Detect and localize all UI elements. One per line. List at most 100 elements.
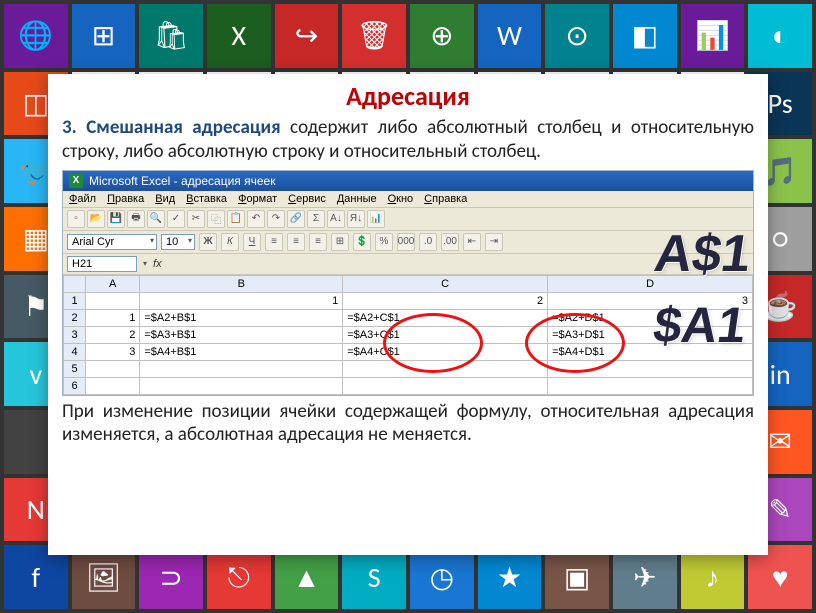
excel-toolbar-format[interactable]: Arial Cyr 10 Ж К Ч ≡ ≡ ≡ ⊞ 💲 % 000 .0 .0…	[63, 231, 753, 254]
bg-tile: ⊕	[410, 4, 474, 68]
excel-grid[interactable]: ABCD112321=$A2+B$1=$A2+C$1=$A2+D$132=$A3…	[63, 275, 753, 395]
paste-icon[interactable]: 📋	[227, 210, 245, 228]
cell[interactable]	[343, 377, 548, 394]
cell[interactable]: =$A4+C$1	[343, 343, 548, 360]
cell[interactable]: =$A2+C$1	[343, 309, 548, 326]
row-header[interactable]: 2	[64, 309, 86, 326]
cell[interactable]	[548, 360, 753, 377]
menu-item[interactable]: Вид	[155, 193, 175, 205]
namebox-dropdown-icon[interactable]: ▾	[143, 259, 147, 268]
excel-menubar[interactable]: Файл Правка Вид Вставка Формат Сервис Данные Ок…	[63, 191, 753, 208]
undo-icon[interactable]: ↶	[247, 210, 265, 228]
cell[interactable]	[86, 360, 140, 377]
bg-tile: W	[478, 4, 542, 68]
comma-icon[interactable]: 000	[397, 233, 415, 251]
menu-item[interactable]: Данные	[337, 193, 377, 205]
size-combo[interactable]: 10	[161, 234, 195, 250]
cell[interactable]	[140, 377, 343, 394]
menu-item[interactable]: Справка	[424, 193, 467, 205]
bold-button[interactable]: Ж	[199, 233, 217, 251]
row-header[interactable]: 1	[64, 292, 86, 309]
chart-icon[interactable]: 📊	[367, 210, 385, 228]
bg-tile: ◐	[748, 4, 812, 68]
ref-example-1: A$1	[650, 224, 754, 284]
link-icon[interactable]: 🔗	[287, 210, 305, 228]
bg-tile: 📊	[681, 4, 745, 68]
cell[interactable]: =$A3+B$1	[140, 326, 343, 343]
cell[interactable]	[140, 360, 343, 377]
cell[interactable]	[548, 377, 753, 394]
open-icon[interactable]: 📂	[87, 210, 105, 228]
underline-button[interactable]: Ч	[243, 233, 261, 251]
align-center-icon[interactable]: ≡	[287, 233, 305, 251]
bg-tile: ⊙	[545, 4, 609, 68]
menu-item[interactable]: Правка	[107, 193, 144, 205]
col-header[interactable]: A	[86, 275, 140, 292]
ref-example-2: $A1	[650, 296, 750, 354]
outro-paragraph: При изменение позиции ячейки содержащей …	[62, 400, 754, 448]
menu-item[interactable]: Файл	[69, 193, 96, 205]
dec-inc-icon[interactable]: .0	[419, 233, 437, 251]
col-header[interactable]: B	[140, 275, 343, 292]
print-icon[interactable]: 🖶	[127, 210, 145, 228]
redo-icon[interactable]: ↷	[267, 210, 285, 228]
menu-item[interactable]: Вставка	[186, 193, 227, 205]
row-header[interactable]: 6	[64, 377, 86, 394]
cell[interactable]: 1	[140, 292, 343, 309]
bg-tile: 🌐	[4, 4, 68, 68]
cell[interactable]	[86, 377, 140, 394]
cell[interactable]: =$A2+B$1	[140, 309, 343, 326]
align-left-icon[interactable]: ≡	[265, 233, 283, 251]
cell[interactable]: =$A3+C$1	[343, 326, 548, 343]
dec-dec-icon[interactable]: .00	[441, 233, 459, 251]
row-header[interactable]: 4	[64, 343, 86, 360]
menu-item[interactable]: Окно	[388, 193, 414, 205]
cut-icon[interactable]: ✂	[187, 210, 205, 228]
cell[interactable]	[86, 292, 140, 309]
excel-toolbar-standard[interactable]: ▫ 📂 💾 🖶 🔍 ✓ ✂ ⿻ 📋 ↶ ↷ 🔗 Σ A↓ Я↓ 📊	[63, 208, 753, 231]
new-icon[interactable]: ▫	[67, 210, 85, 228]
intro-number: 3.	[62, 116, 77, 139]
excel-titlebar: X Microsoft Excel - адресация ячеек	[63, 171, 753, 191]
bg-tile: 🛍	[139, 4, 203, 68]
sort-asc-icon[interactable]: A↓	[327, 210, 345, 228]
row-header[interactable]: 5	[64, 360, 86, 377]
excel-title-text: Microsoft Excel - адресация ячеек	[89, 174, 275, 188]
excel-icon: X	[69, 174, 83, 188]
font-combo[interactable]: Arial Cyr	[67, 234, 157, 250]
italic-button[interactable]: К	[221, 233, 239, 251]
preview-icon[interactable]: 🔍	[147, 210, 165, 228]
sum-icon[interactable]: Σ	[307, 210, 325, 228]
indent-inc-icon[interactable]: ⇥	[485, 233, 503, 251]
slide-title: Адресация	[62, 80, 754, 112]
align-right-icon[interactable]: ≡	[309, 233, 327, 251]
bg-tile: X	[207, 4, 271, 68]
sort-desc-icon[interactable]: Я↓	[347, 210, 365, 228]
currency-icon[interactable]: 💲	[353, 233, 371, 251]
col-header[interactable]: C	[343, 275, 548, 292]
bg-tile: ⊞	[72, 4, 136, 68]
cell[interactable]: =$A4+B$1	[140, 343, 343, 360]
indent-dec-icon[interactable]: ⇤	[463, 233, 481, 251]
copy-icon[interactable]: ⿻	[207, 210, 225, 228]
intro-term: Смешанная адресация	[86, 116, 280, 139]
bg-tile: 🗑	[342, 4, 406, 68]
save-icon[interactable]: 💾	[107, 210, 125, 228]
cell[interactable]: 2	[86, 326, 140, 343]
fx-label[interactable]: fx	[153, 258, 162, 270]
cell[interactable]	[343, 360, 548, 377]
cell[interactable]: 1	[86, 309, 140, 326]
intro-paragraph: 3. Смешанная адресация содержит либо абс…	[62, 116, 754, 164]
menu-item[interactable]: Сервис	[288, 193, 326, 205]
cell[interactable]: 3	[86, 343, 140, 360]
row-header[interactable]: 3	[64, 326, 86, 343]
spell-icon[interactable]: ✓	[167, 210, 185, 228]
percent-icon[interactable]: %	[375, 233, 393, 251]
bg-tile: ↪	[275, 4, 339, 68]
name-box[interactable]: H21	[67, 256, 137, 272]
cell[interactable]: 2	[343, 292, 548, 309]
merge-icon[interactable]: ⊞	[331, 233, 349, 251]
menu-item[interactable]: Формат	[238, 193, 277, 205]
formula-bar[interactable]: H21 ▾ fx	[63, 254, 753, 275]
select-all-corner[interactable]	[64, 275, 86, 292]
